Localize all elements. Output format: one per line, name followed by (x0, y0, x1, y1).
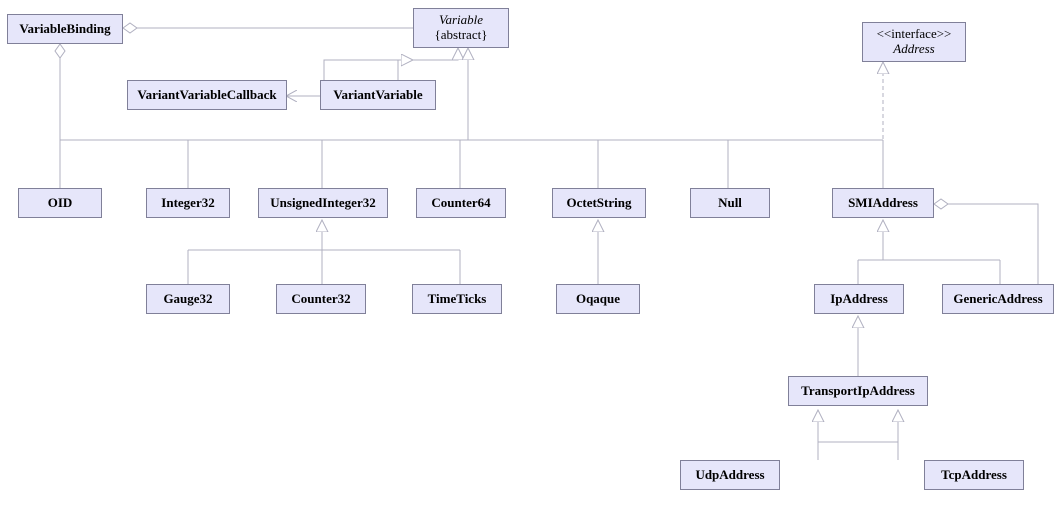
class-variantvariable: VariantVariable (320, 80, 436, 110)
class-label: Variable (439, 13, 483, 28)
class-label: TransportIpAddress (801, 384, 915, 399)
class-unsignedinteger32: UnsignedInteger32 (258, 188, 388, 218)
class-smiaddress: SMIAddress (832, 188, 934, 218)
class-label: IpAddress (830, 292, 888, 307)
class-oqaque: Oqaque (556, 284, 640, 314)
class-label: Integer32 (161, 196, 214, 211)
class-label: UnsignedInteger32 (270, 196, 375, 211)
class-label: SMIAddress (848, 196, 918, 211)
class-label: Gauge32 (163, 292, 212, 307)
class-label: UdpAddress (695, 468, 764, 483)
class-udpaddress: UdpAddress (680, 460, 780, 490)
class-ipaddress: IpAddress (814, 284, 904, 314)
class-genericaddress: GenericAddress (942, 284, 1054, 314)
class-label: OctetString (567, 196, 632, 211)
class-label: Oqaque (576, 292, 620, 307)
class-variablebinding: VariableBinding (7, 14, 123, 44)
class-label: Address (893, 42, 934, 57)
class-stereotype: {abstract} (435, 28, 488, 43)
class-label: VariableBinding (19, 22, 110, 37)
class-variable: Variable {abstract} (413, 8, 509, 48)
class-label: Counter64 (431, 196, 490, 211)
class-oid: OID (18, 188, 102, 218)
class-label: OID (48, 196, 73, 211)
class-octetstring: OctetString (552, 188, 646, 218)
class-transportipaddress: TransportIpAddress (788, 376, 928, 406)
class-label: VariantVariableCallback (137, 88, 276, 103)
class-counter64: Counter64 (416, 188, 506, 218)
class-label: VariantVariable (333, 88, 422, 103)
class-stereotype: <<interface>> (877, 27, 952, 42)
class-label: Counter32 (291, 292, 350, 307)
class-null: Null (690, 188, 770, 218)
class-gauge32: Gauge32 (146, 284, 230, 314)
class-integer32: Integer32 (146, 188, 230, 218)
class-variantvariablecallback: VariantVariableCallback (127, 80, 287, 110)
class-counter32: Counter32 (276, 284, 366, 314)
class-label: TcpAddress (941, 468, 1007, 483)
class-label: TimeTicks (428, 292, 487, 307)
class-tcpaddress: TcpAddress (924, 460, 1024, 490)
interface-address: <<interface>> Address (862, 22, 966, 62)
class-label: GenericAddress (953, 292, 1042, 307)
class-timeticks: TimeTicks (412, 284, 502, 314)
class-label: Null (718, 196, 742, 211)
